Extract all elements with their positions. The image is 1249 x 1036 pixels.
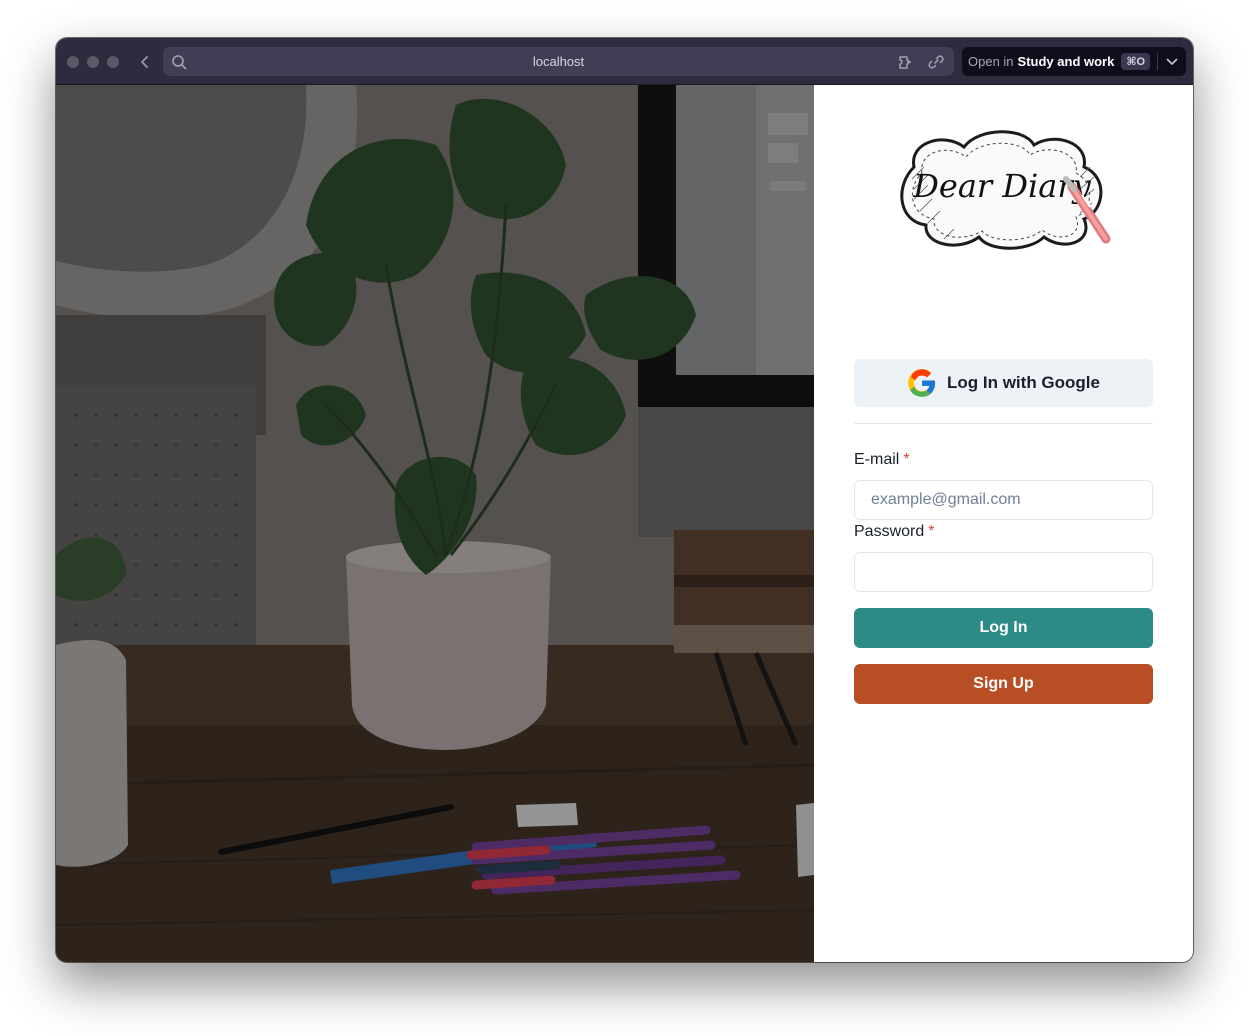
login-panel: Dear Diary Log In with Google E-mail* Pa… (814, 85, 1193, 962)
desk-plant-photo-illustration (56, 85, 814, 962)
required-mark: * (903, 451, 910, 468)
open-in-separator (1157, 53, 1158, 70)
google-login-button[interactable]: Log In with Google (854, 359, 1153, 407)
link-icon[interactable] (927, 53, 945, 71)
password-label: Password * (854, 523, 935, 540)
maximize-icon[interactable] (107, 56, 119, 68)
address-bar[interactable]: localhost (163, 47, 954, 76)
login-button[interactable]: Log In (854, 608, 1153, 648)
browser-titlebar: localhost Open in Study and work ⌘O (56, 38, 1193, 85)
hero-photo (56, 85, 814, 962)
back-arrow-icon[interactable] (136, 52, 154, 72)
dear-diary-logo: Dear Diary (884, 127, 1124, 262)
open-in-prefix: Open in (968, 54, 1014, 69)
minimize-icon[interactable] (87, 56, 99, 68)
open-in-app-control: Open in Study and work ⌘O (962, 47, 1186, 76)
google-icon (908, 369, 936, 397)
open-in-shortcut: ⌘O (1121, 53, 1151, 70)
required-mark: * (928, 523, 935, 540)
browser-window: localhost Open in Study and work ⌘O Dear… (56, 38, 1193, 962)
close-icon[interactable] (67, 56, 79, 68)
signup-button[interactable]: Sign Up (854, 664, 1153, 704)
divider (854, 423, 1153, 424)
logo-text: Dear Diary (912, 167, 1091, 205)
password-input[interactable] (854, 552, 1153, 592)
open-in-button[interactable]: Open in Study and work ⌘O (962, 47, 1156, 76)
extension-icon[interactable] (897, 53, 915, 71)
open-in-target: Study and work (1017, 54, 1115, 69)
email-label: E-mail * (854, 451, 910, 468)
google-login-label: Log In with Google (947, 373, 1100, 392)
url-text[interactable]: localhost (163, 47, 954, 76)
chevron-down-icon[interactable] (1162, 52, 1182, 72)
email-input[interactable] (854, 480, 1153, 520)
